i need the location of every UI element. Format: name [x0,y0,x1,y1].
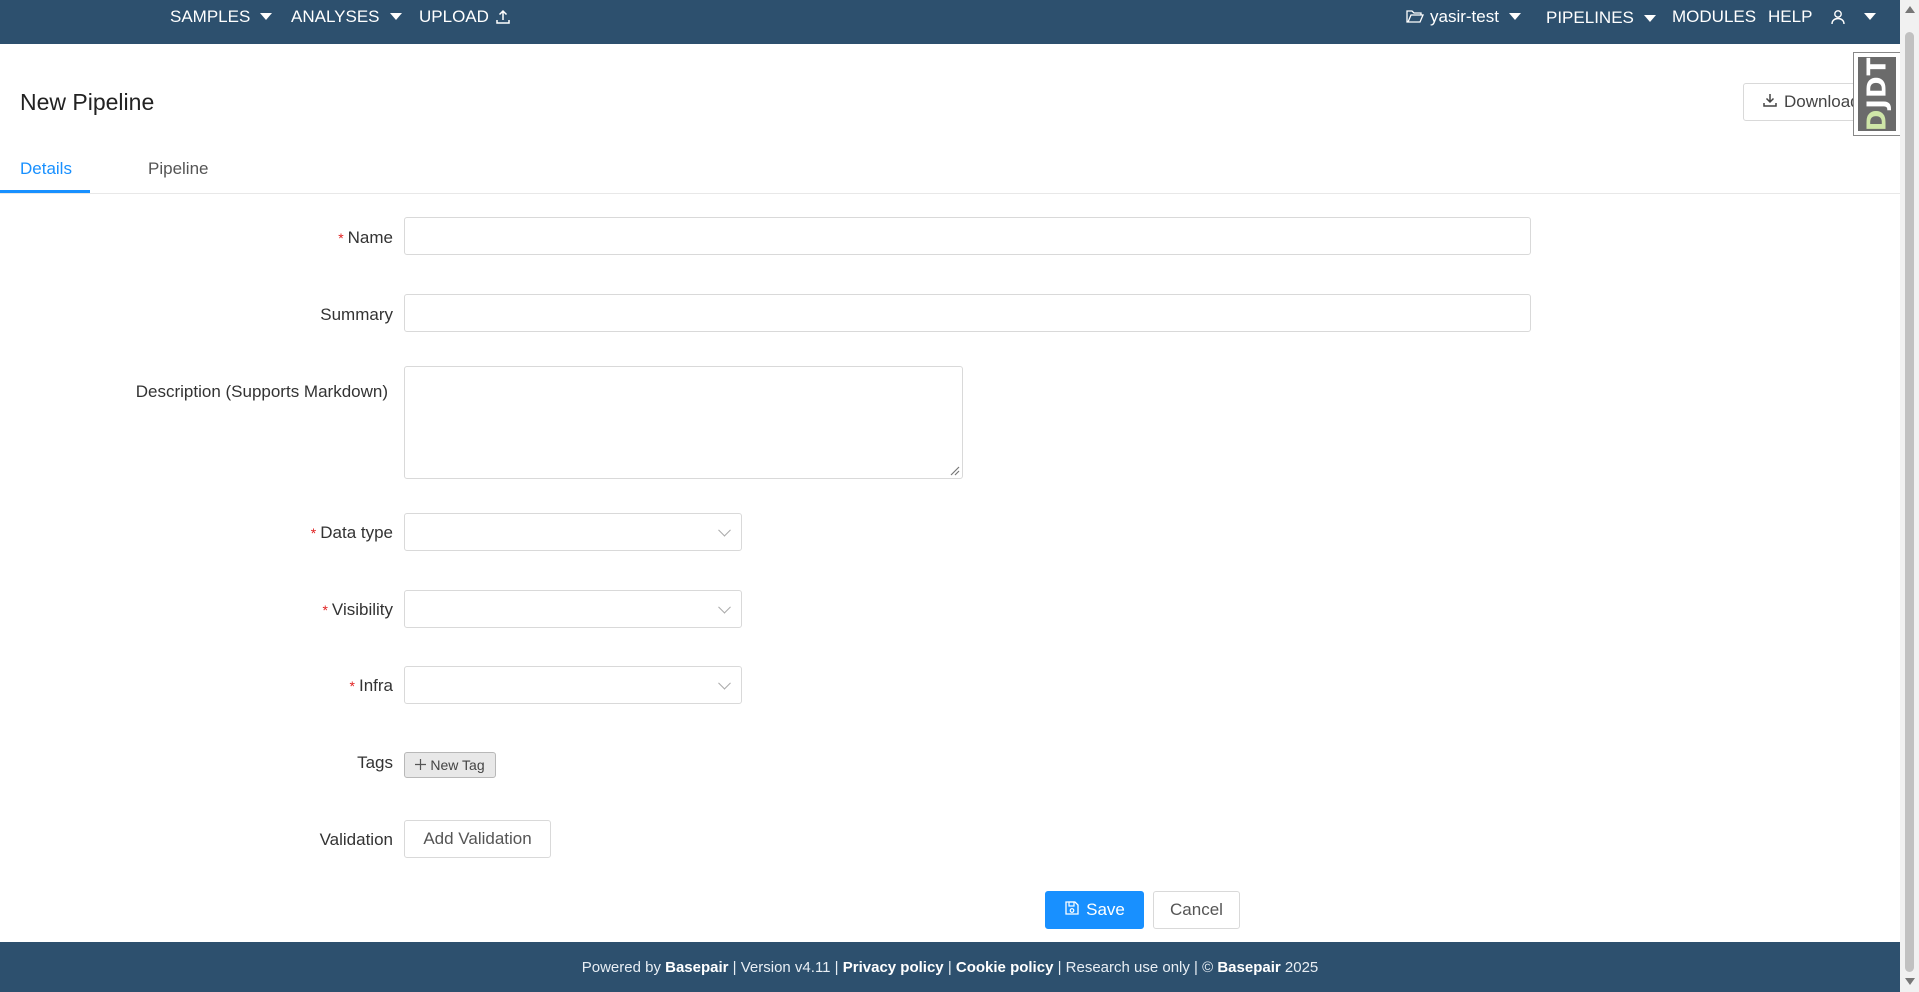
caret-down-icon [389,13,402,20]
footer-separator: | [943,958,956,976]
user-icon [1830,9,1846,25]
caret-down-icon [1508,13,1521,20]
required-asterisk: * [310,525,317,541]
caret-down-icon [260,13,273,20]
djdt-logo: DJDT [1858,57,1896,131]
infra-select[interactable] [404,666,742,704]
scroll-up-arrow-icon[interactable] [1905,6,1915,13]
tab-bar: Details Pipeline [0,152,1900,194]
nav-samples[interactable]: SAMPLES [170,0,273,33]
folder-open-icon [1406,9,1424,24]
required-asterisk: * [322,602,328,618]
caret-down-icon [1864,13,1876,20]
plus-icon [415,757,427,773]
footer: Powered by Basepair | Version v4.11 | Pr… [0,942,1900,992]
new-tag-label: New Tag [430,757,485,773]
data-type-select[interactable] [404,513,742,551]
nav-pipelines-label: PIPELINES [1546,8,1634,27]
footer-powered-by: Powered by [581,958,666,976]
infra-field-label: * Infra [350,676,393,696]
chevron-down-icon [718,600,731,614]
nav-upload-label: UPLOAD [419,6,489,26]
infra-label-text: Infra [358,676,393,695]
nav-pipelines[interactable]: PIPELINES [1546,1,1656,35]
top-navbar: SAMPLES ANALYSES UPLOAD yasir-test PIPEL… [0,0,1900,44]
resize-handle-icon[interactable] [950,466,960,476]
name-input[interactable] [404,217,1531,255]
tab-pipeline[interactable]: Pipeline [148,159,209,179]
upload-icon [495,9,511,25]
save-icon [1064,900,1080,921]
nav-analyses[interactable]: ANALYSES [291,0,402,33]
required-asterisk: * [349,678,355,694]
nav-modules-label: MODULES [1672,6,1757,26]
description-textarea[interactable] [404,366,963,479]
project-name: yasir-test [1430,6,1499,26]
django-debug-toolbar-handle[interactable]: DJDT [1853,52,1901,136]
summary-input[interactable] [404,294,1531,332]
nav-analyses-label: ANALYSES [291,6,380,26]
nav-upload[interactable]: UPLOAD [419,0,511,33]
save-label: Save [1086,900,1125,919]
download-button[interactable]: Download [1743,83,1863,121]
vertical-scrollbar[interactable] [1900,0,1919,992]
active-tab-indicator [0,190,90,193]
chevron-down-icon [718,676,731,690]
privacy-policy-link[interactable]: Privacy policy [843,959,944,976]
add-validation-button[interactable]: Add Validation [404,820,551,858]
validation-field-label: Validation [319,830,393,849]
visibility-select[interactable] [404,590,742,628]
nav-project-selector[interactable]: yasir-test [1406,0,1521,33]
tab-details[interactable]: Details [20,159,72,179]
visibility-field-label: * Visibility [322,600,393,620]
footer-research-use: | Research use only | © [1053,958,1218,976]
new-tag-button[interactable]: New Tag [404,752,496,778]
caret-down-icon [1643,14,1656,22]
footer-version: | Version v4.11 | [728,958,843,976]
data-type-label-text: Data type [320,523,393,542]
name-label-text: Name [347,228,393,247]
cancel-button[interactable]: Cancel [1153,891,1240,929]
download-icon [1762,92,1778,113]
name-field-label: * Name [338,228,393,248]
cookie-policy-link[interactable]: Cookie policy [956,959,1054,976]
summary-field-label: Summary [320,305,393,324]
nav-modules[interactable]: MODULES [1672,0,1756,33]
footer-brand[interactable]: Basepair [665,959,728,976]
nav-samples-label: SAMPLES [170,6,251,26]
nav-user-menu[interactable] [1830,0,1876,33]
visibility-label-text: Visibility [331,600,393,619]
scrollbar-thumb[interactable] [1905,32,1914,972]
download-label: Download [1784,92,1860,111]
djdt-label: DJDT [1862,56,1892,132]
chevron-down-icon [718,523,731,537]
data-type-field-label: * Data type [311,523,393,543]
description-field-label: Description (Supports Markdown) [135,382,388,401]
required-asterisk: * [338,230,344,246]
save-button[interactable]: Save [1045,891,1144,929]
nav-help[interactable]: HELP [1768,0,1812,33]
page-title: New Pipeline [20,89,155,115]
nav-help-label: HELP [1768,6,1813,26]
tags-field-label: Tags [357,753,393,772]
footer-brand-copyright[interactable]: Basepair [1217,959,1280,976]
scroll-down-arrow-icon[interactable] [1905,978,1915,985]
footer-year: 2025 [1280,958,1319,976]
